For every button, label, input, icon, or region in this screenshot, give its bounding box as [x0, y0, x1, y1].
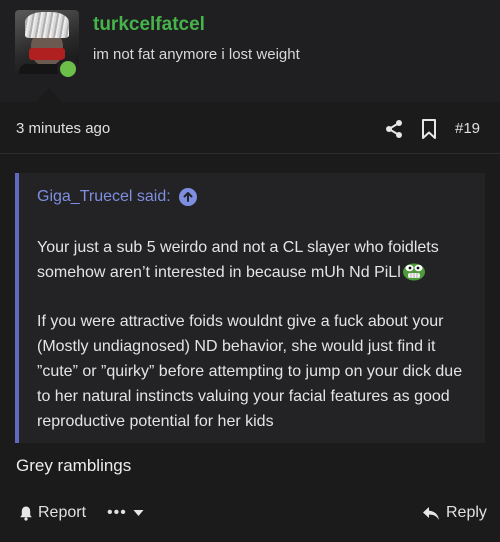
reply-icon [423, 506, 439, 520]
online-status-dot [57, 58, 79, 80]
reply-button[interactable]: Reply [422, 504, 487, 522]
user-block: turkcelfatcel im not fat anymore i lost … [0, 0, 500, 102]
report-label: Report [38, 504, 87, 521]
message-body: Grey ramblings [16, 456, 132, 475]
share-icon[interactable] [384, 119, 404, 139]
quote-body: Your just a sub 5 weirdo and not a CL sl… [37, 235, 477, 434]
reply-label: Reply [446, 504, 487, 521]
post-timestamp[interactable]: 3 minutes ago [16, 120, 110, 137]
username[interactable]: turkcelfatcel [93, 14, 205, 36]
report-button[interactable]: Report [18, 504, 86, 522]
quote-header[interactable]: Giga_Truecel said: [37, 188, 197, 206]
caret-down-icon [133, 510, 144, 516]
post-actions: Report ••• Reply [0, 495, 500, 535]
pepe-emoji-icon [402, 263, 425, 281]
more-label: ••• [107, 504, 127, 521]
forum-post: turkcelfatcel im not fat anymore i lost … [0, 0, 500, 542]
arrow-up-icon[interactable] [178, 188, 197, 206]
quote-paragraph: If you were attractive foids wouldnt giv… [37, 313, 463, 430]
avatar[interactable] [15, 10, 79, 80]
quote-paragraph-text: Your just a sub 5 weirdo and not a CL sl… [37, 239, 439, 281]
quote-block: Giga_Truecel said: Your just a sub 5 wei… [15, 173, 485, 443]
more-options-button[interactable]: ••• [107, 504, 144, 522]
post-number-link[interactable]: #19 [455, 120, 480, 137]
bookmark-icon[interactable] [421, 119, 437, 139]
bell-icon [20, 506, 32, 521]
post-meta-row: 3 minutes ago #19 [0, 102, 500, 152]
quote-paragraph: Your just a sub 5 weirdo and not a CL sl… [37, 235, 477, 285]
quote-author[interactable]: Giga_Truecel said: [37, 188, 171, 206]
user-title: im not fat anymore i lost weight [93, 46, 300, 63]
divider [0, 153, 500, 154]
user-block-arrow [36, 88, 62, 102]
